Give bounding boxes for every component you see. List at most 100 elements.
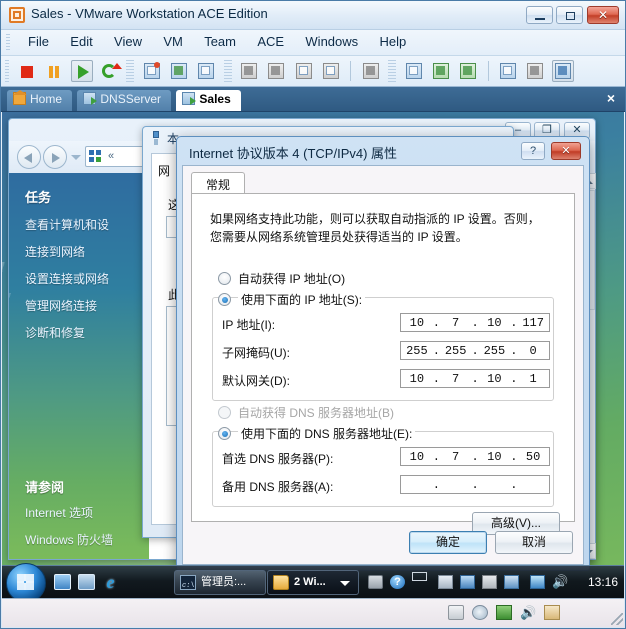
breadcrumb-chevron[interactable]: « [108,150,114,162]
sidebar-item-diagnose-repair[interactable]: 诊断和修复 [25,324,85,341]
console-view-icon[interactable] [551,60,574,82]
update-icon[interactable] [460,575,475,589]
maximize-button[interactable] [556,6,583,24]
default-gateway-input[interactable]: 10. 7. 10. 1 [400,369,550,388]
dialog-body: 常规 如果网络支持此功能，则可以获取自动指派的 IP 设置。否则， 您需要从网络… [182,165,584,565]
taskbar-clock[interactable]: 13:16 [588,575,618,589]
toolbar [1,56,625,87]
help-button[interactable]: ? [521,142,545,160]
network-adapter-icon[interactable] [496,605,512,620]
action-center-icon[interactable] [438,575,453,589]
menu-vm[interactable]: VM [154,30,192,51]
forward-button[interactable] [43,145,67,169]
capture-movie-icon[interactable] [320,60,342,82]
tab-dnsserver[interactable]: DNSServer [77,90,172,111]
menu-bar: File Edit View VM Team ACE Windows Help [1,30,625,56]
back-button[interactable] [17,145,41,169]
vm-settings-icon[interactable] [360,60,382,82]
sidebar-item-internet-options[interactable]: Internet 选项 [25,504,93,521]
menu-ace[interactable]: ACE [248,30,293,51]
clone-icon[interactable] [238,60,260,82]
ok-button[interactable]: 确定 [409,531,487,554]
mask-octet-1: 255 [406,343,428,358]
network-icon[interactable] [530,575,545,589]
keyboard-icon[interactable] [368,575,383,589]
tab-general[interactable]: 常规 [191,172,246,194]
menu-help[interactable]: Help [371,30,416,51]
radio-use-following-ip[interactable] [218,293,231,306]
alternate-dns-input[interactable]: . . . [400,475,550,494]
dns1-octet-4: 50 [525,449,541,464]
ip-octet-3: 10 [487,315,502,330]
ip-address-input[interactable]: 10. 7. 10. 117 [400,313,550,332]
menu-view[interactable]: View [105,30,151,51]
tab-home[interactable]: Home [7,90,73,111]
dns1-octet-3: 10 [487,449,502,464]
sidebar-tasks-header: 任务 [25,190,52,205]
reset-icon[interactable] [98,60,123,82]
cd-dvd-disabled-icon[interactable] [472,605,488,620]
overflow-icon[interactable] [412,572,427,581]
menu-team[interactable]: Team [195,30,245,51]
tab-sales[interactable]: Sales [176,90,241,111]
sidebar-item-connect-network[interactable]: 连接到网络 [25,243,85,260]
radio-use-following-dns-label[interactable]: 使用下面的 DNS 服务器地址(E): [238,425,416,442]
recent-pages-dropdown[interactable] [71,155,81,160]
quick-switch-icon[interactable] [457,60,479,82]
power-on-icon[interactable] [70,60,93,82]
power-off-icon[interactable] [16,60,38,82]
radio-obtain-dns-auto[interactable] [218,406,231,419]
show-desktop-icon[interactable] [54,574,71,590]
cancel-button[interactable]: 取消 [495,531,573,554]
menu-file[interactable]: File [19,30,58,51]
menu-edit[interactable]: Edit [61,30,101,51]
revert-snapshot-icon[interactable] [168,60,190,82]
ip-octet-2: 7 [452,315,460,330]
help-icon[interactable]: ? [390,575,405,589]
start-button[interactable] [6,563,46,603]
show-sidebar-icon[interactable] [403,60,425,82]
dns1-octet-1: 10 [409,449,425,464]
sound-icon[interactable]: 🔊 [520,605,536,620]
sidebar-item-setup-connection[interactable]: 设置连接或网络 [25,270,109,287]
ip-octet-4: 117 [522,315,544,330]
snapshot-icon[interactable] [141,60,163,82]
taskbar-item-windows-group[interactable]: 2 Wi... [267,570,359,595]
vm-console-screen[interactable]: – ❐ ✕ « 任务 查看计算机和设 连接到网络 设置连接或网络 管理网络连接 … [2,112,624,627]
sidebar-item-windows-firewall[interactable]: Windows 防火墙 [25,531,113,548]
volume-muted-icon[interactable]: 🔊 [552,575,568,589]
resize-grip[interactable] [611,613,623,625]
tab-label: Home [30,92,63,106]
summary-view-icon[interactable] [524,60,546,82]
minimize-button[interactable] [526,6,553,24]
radio-use-following-dns[interactable] [218,427,231,440]
suspend-icon[interactable] [43,60,65,82]
sidebar-item-view-computers[interactable]: 查看计算机和设 [25,216,109,233]
radio-obtain-ip-auto[interactable] [218,272,231,285]
security-icon[interactable] [482,575,497,589]
sidebar-item-manage-connections[interactable]: 管理网络连接 [25,297,97,314]
capture-screen-icon[interactable] [293,60,315,82]
subnet-mask-input[interactable]: 255. 255. 255. 0 [400,341,550,360]
switch-windows-icon[interactable] [78,574,95,590]
fullscreen-icon[interactable] [430,60,452,82]
dialog-close-button[interactable]: ✕ [551,142,581,160]
radio-obtain-ip-auto-label[interactable]: 自动获得 IP 地址(O) [238,270,345,287]
vmware-status-bar: 🔊 [2,598,624,627]
taskbar-item-admin-console[interactable]: 管理员:... [174,570,266,595]
preferred-dns-input[interactable]: 10. 7. 10. 50 [400,447,550,466]
radio-obtain-dns-auto-label[interactable]: 自动获得 DNS 服务器地址(B) [238,404,394,421]
hard-disk-icon[interactable] [448,605,464,620]
usb-icon[interactable] [544,605,560,620]
network-manager-icon[interactable] [504,575,519,589]
preferences-icon[interactable] [497,60,519,82]
tab-close-button[interactable]: × [607,91,615,105]
close-button[interactable]: ✕ [587,6,619,24]
clone-multiple-icon[interactable] [265,60,287,82]
snapshot-manager-icon[interactable] [195,60,217,82]
radio-use-following-ip-label[interactable]: 使用下面的 IP 地址(S): [238,291,366,308]
default-gateway-label: 默认网关(D): [222,374,290,388]
internet-explorer-icon[interactable]: e [102,573,119,591]
menu-windows[interactable]: Windows [296,30,367,51]
dialog-title: Internet 协议版本 4 (TCP/IPv4) 属性 [189,146,398,161]
